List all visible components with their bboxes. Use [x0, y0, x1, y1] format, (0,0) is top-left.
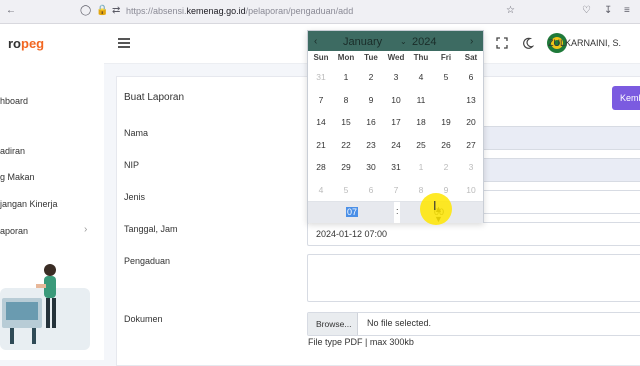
file-hint: File type PDF | max 300kb: [308, 337, 414, 347]
calendar-day[interactable]: 5: [334, 179, 358, 201]
label-tanggal: Tanggal, Jam: [124, 224, 178, 234]
calendar-day[interactable]: 5: [434, 66, 458, 88]
calendar-day[interactable]: 17: [384, 111, 408, 133]
calendar-day[interactable]: 1: [409, 156, 433, 178]
weekday-header: Tue: [364, 53, 378, 62]
label-nama: Nama: [124, 128, 149, 138]
calendar-day[interactable]: 15: [334, 111, 358, 133]
calendar-day[interactable]: 6: [359, 179, 383, 201]
calendar-day[interactable]: 27: [459, 134, 483, 156]
calendar-day[interactable]: 10: [459, 179, 483, 201]
calendar-day[interactable]: 19: [434, 111, 458, 133]
label-pengaduan: Pengaduan: [124, 256, 171, 266]
calendar-day[interactable]: 26: [434, 134, 458, 156]
calendar-day[interactable]: 12: [434, 88, 458, 111]
url-prefix: https://absensi.: [126, 6, 187, 16]
sidebar-item-laporan[interactable]: aporan: [0, 226, 28, 236]
calendar-day[interactable]: 2: [359, 66, 383, 88]
datepicker-header: ‹ January ⌄ 2024 ›: [308, 31, 483, 51]
calendar-day[interactable]: 31: [384, 156, 408, 178]
sidebar: ropeg hboard adiran g Makan jangan Kiner…: [0, 24, 104, 360]
calendar-day[interactable]: 10: [384, 89, 408, 111]
calendar-day[interactable]: 7: [309, 89, 333, 111]
menu-icon[interactable]: ≡: [624, 5, 630, 16]
next-month-icon[interactable]: ›: [470, 36, 473, 47]
hour-input[interactable]: 07: [308, 202, 394, 223]
label-jenis: Jenis: [124, 192, 146, 202]
person-at-desk-illustration: [0, 264, 90, 350]
tanggal-jam-input[interactable]: 2024-01-12 07:00: [307, 222, 640, 246]
app-logo[interactable]: ropeg: [8, 36, 44, 51]
calendar-day[interactable]: 9: [359, 89, 383, 111]
download-icon[interactable]: ↧: [604, 5, 612, 16]
chevron-down-icon[interactable]: ⌄: [400, 37, 407, 46]
hour-value: 07: [346, 207, 359, 217]
time-separator: :: [396, 206, 399, 216]
sidebar-item-kehadiran[interactable]: adiran: [0, 146, 25, 156]
calendar-day[interactable]: 30: [359, 156, 383, 178]
calendar-day[interactable]: 22: [334, 134, 358, 156]
calendar-day[interactable]: 28: [309, 156, 333, 178]
time-picker: 07 : 00 ▲ ▼: [308, 201, 483, 224]
sidebar-item-tunjangan-kinerja[interactable]: jangan Kinerja: [0, 199, 58, 209]
permissions-icon[interactable]: ⇄: [112, 5, 120, 16]
calendar-day[interactable]: 29: [334, 156, 358, 178]
pocket-icon[interactable]: ♡: [582, 5, 591, 16]
weekday-header: Mon: [337, 53, 355, 62]
calendar-day[interactable]: 11: [409, 89, 433, 111]
calendar-day[interactable]: 23: [359, 134, 383, 156]
calendar-day[interactable]: 2: [434, 156, 458, 178]
hamburger-menu-icon[interactable]: [118, 38, 130, 48]
pengaduan-textarea[interactable]: [307, 254, 640, 302]
calendar-day[interactable]: 14: [309, 111, 333, 133]
browse-button[interactable]: Browse...: [308, 313, 358, 335]
dark-mode-moon-icon[interactable]: [522, 37, 534, 49]
weekday-header: Sun: [313, 53, 329, 62]
calendar-day[interactable]: 20: [459, 111, 483, 133]
browser-toolbar: ← ◯ 🔒 ⇄ https://absensi.kemenag.go.id/pe…: [0, 0, 640, 24]
shield-icon[interactable]: ◯: [80, 5, 91, 16]
sidebar-item-uang-makan[interactable]: g Makan: [0, 172, 35, 182]
calendar-day[interactable]: 4: [409, 66, 433, 88]
calendar-day[interactable]: 3: [384, 66, 408, 88]
back-arrow-icon[interactable]: ←: [6, 5, 16, 16]
label-dokumen: Dokumen: [124, 314, 163, 324]
weekday-header: Sat: [464, 53, 478, 62]
calendar-day[interactable]: 3: [459, 156, 483, 178]
weekday-header: Wed: [387, 53, 405, 62]
calendar-day[interactable]: 8: [334, 89, 358, 111]
calendar-day[interactable]: 4: [309, 179, 333, 201]
prev-month-icon[interactable]: ‹: [314, 36, 317, 47]
back-button[interactable]: Kemb: [612, 86, 640, 110]
sidebar-item-dashboard[interactable]: hboard: [0, 96, 28, 106]
url-path: /pelaporan/pengaduan/add: [245, 6, 354, 16]
label-nip: NIP: [124, 160, 140, 170]
address-bar[interactable]: https://absensi.kemenag.go.id/pelaporan/…: [126, 6, 353, 16]
calendar-day[interactable]: 6: [459, 66, 483, 88]
page-title: Buat Laporan: [124, 92, 185, 103]
calendar-day[interactable]: 13: [459, 89, 483, 111]
calendar-day[interactable]: 25: [409, 134, 433, 156]
calendar-day[interactable]: 24: [384, 134, 408, 156]
file-status: No file selected.: [367, 318, 432, 328]
chevron-right-icon: ›: [84, 224, 88, 235]
weekday-header: Thu: [413, 53, 429, 62]
calendar-day[interactable]: 1: [334, 66, 358, 88]
calendar-day[interactable]: 31: [309, 66, 333, 88]
datepicker-popup: ‹ January ⌄ 2024 › Sun Mon Tue Wed Thu Fri Sat…: [307, 30, 484, 224]
user-name[interactable]: ZULKARNAINI, S.: [548, 38, 621, 48]
calendar-day[interactable]: 21: [309, 134, 333, 156]
lock-icon[interactable]: 🔒: [96, 5, 108, 16]
text-cursor-icon: I: [433, 199, 437, 213]
month-select[interactable]: January: [343, 36, 382, 48]
calendar-day[interactable]: 7: [384, 179, 408, 201]
url-domain: kemenag.go.id: [186, 6, 246, 16]
bookmark-star-icon[interactable]: ☆: [506, 5, 515, 16]
fullscreen-icon[interactable]: [496, 37, 508, 49]
weekday-header: Fri: [440, 53, 452, 62]
calendar-day[interactable]: 16: [359, 111, 383, 133]
calendar-day[interactable]: 18: [409, 111, 433, 133]
year-input[interactable]: 2024: [412, 36, 436, 48]
